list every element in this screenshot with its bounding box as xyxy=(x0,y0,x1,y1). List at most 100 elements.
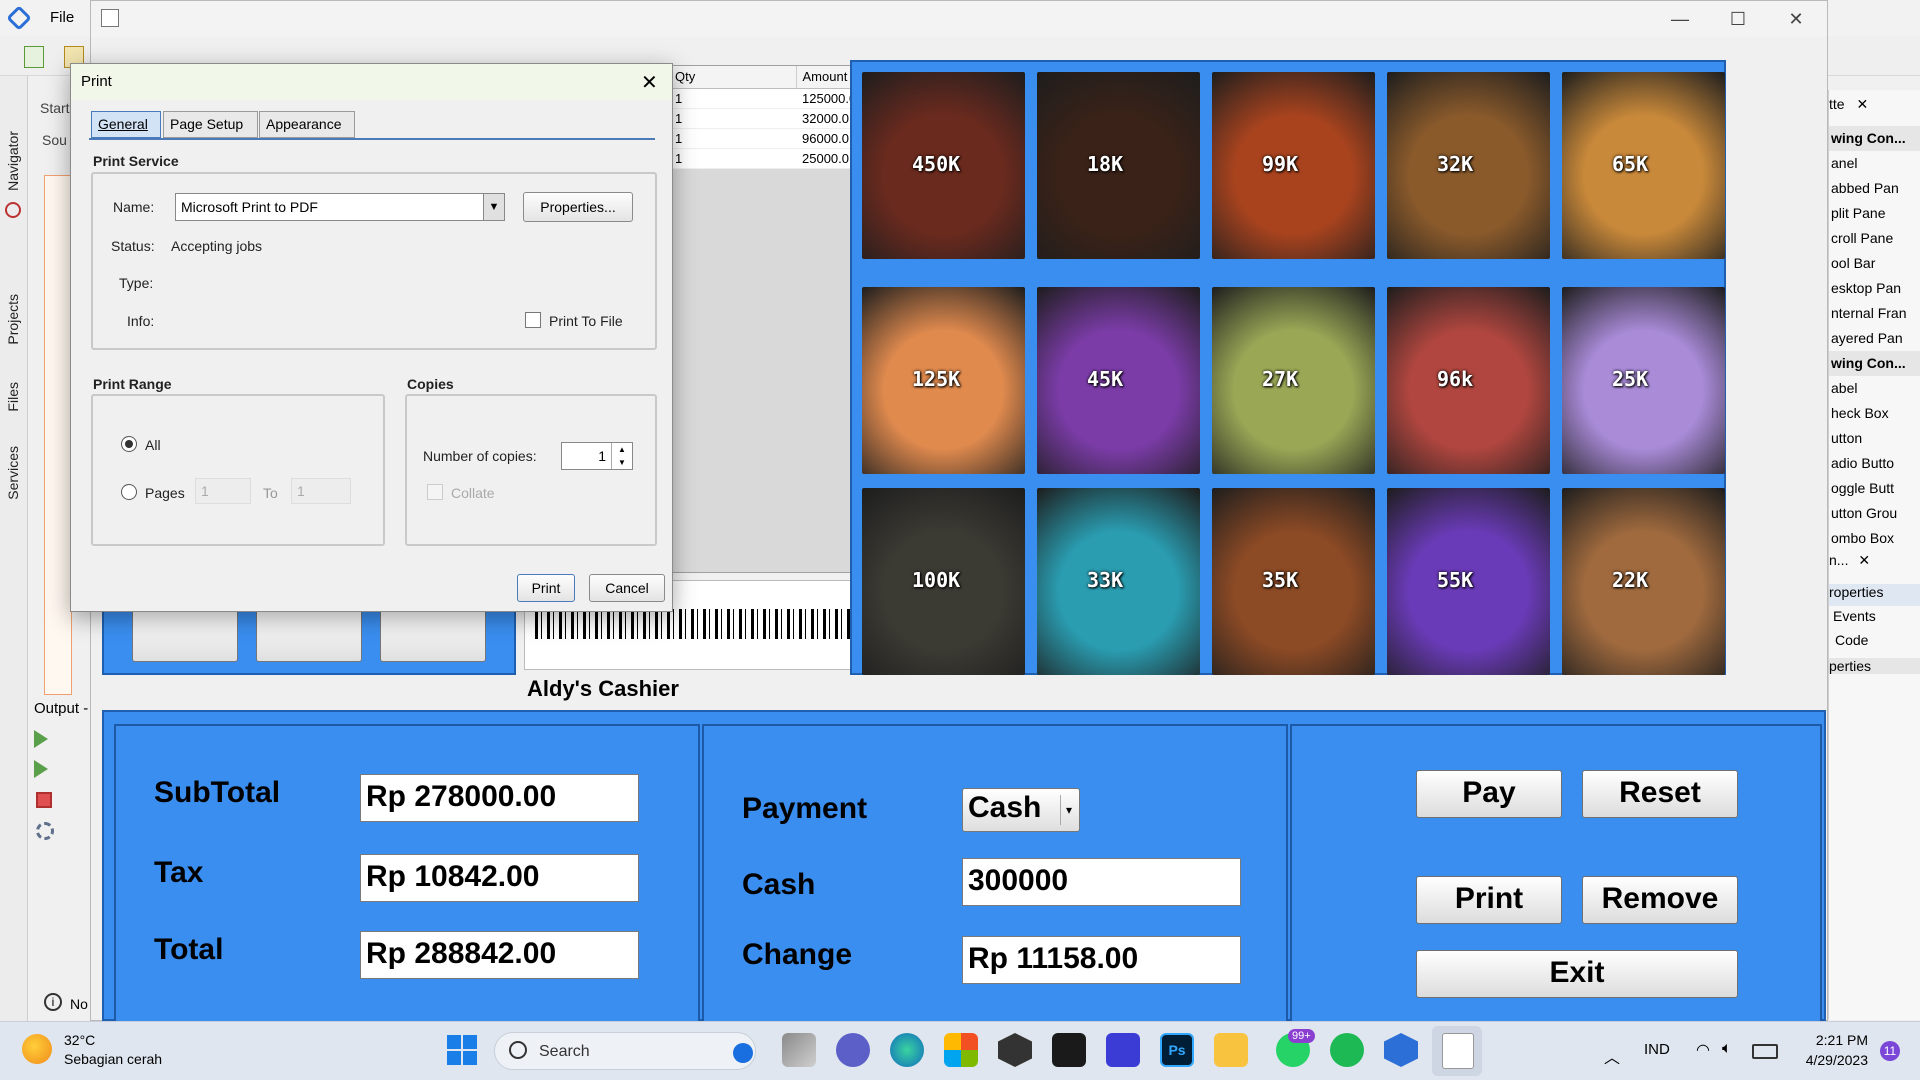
palette-item[interactable]: plit Pane xyxy=(1829,201,1920,226)
run-icon[interactable] xyxy=(34,730,48,748)
spotify-icon[interactable] xyxy=(1330,1033,1364,1067)
tax-field[interactable]: Rp 10842.00 xyxy=(360,854,639,902)
task-view-icon[interactable] xyxy=(782,1033,816,1067)
palette-item[interactable]: abel xyxy=(1829,376,1920,401)
product-tile[interactable]: 25K xyxy=(1562,287,1725,474)
palette-item[interactable]: oggle Butt xyxy=(1829,476,1920,501)
clock-time[interactable]: 2:21 PM xyxy=(1800,1032,1868,1048)
props-item-properties[interactable]: roperties xyxy=(1829,584,1920,606)
product-tile[interactable]: 45K xyxy=(1037,287,1200,474)
palette-item[interactable]: utton xyxy=(1829,426,1920,451)
tab-page-setup[interactable]: Page Setup xyxy=(163,111,258,138)
start-tab[interactable]: Start xyxy=(40,100,70,116)
notification-count[interactable]: 11 xyxy=(1880,1041,1900,1061)
product-tile[interactable]: 22K xyxy=(1562,488,1725,675)
palette-category[interactable]: wing Con... xyxy=(1829,126,1920,151)
menu-file[interactable]: File xyxy=(50,9,74,26)
product-tile[interactable]: 27K xyxy=(1212,287,1375,474)
teams-icon[interactable] xyxy=(836,1033,870,1067)
reset-button[interactable]: Reset xyxy=(1582,770,1738,818)
product-tile[interactable]: 35K xyxy=(1212,488,1375,675)
start-button[interactable] xyxy=(447,1035,477,1065)
cash-input[interactable]: 300000 xyxy=(962,858,1241,906)
print-button[interactable]: Print xyxy=(1416,876,1562,924)
edge-icon[interactable] xyxy=(890,1033,924,1067)
properties-button[interactable]: Properties... xyxy=(523,192,633,222)
product-tile[interactable]: 55K xyxy=(1387,488,1550,675)
palette-item[interactable]: nternal Fran xyxy=(1829,301,1920,326)
all-radio[interactable] xyxy=(121,436,137,452)
exit-button[interactable]: Exit xyxy=(1416,950,1738,998)
services-tab[interactable]: Services xyxy=(5,446,21,500)
print-to-file-checkbox[interactable] xyxy=(525,312,541,328)
spinner-arrows-icon[interactable]: ▲ ▼ xyxy=(611,443,632,469)
product-tile[interactable]: 65K xyxy=(1562,72,1725,259)
subtotal-field[interactable]: Rp 278000.00 xyxy=(360,774,639,822)
tab-appearance[interactable]: Appearance xyxy=(259,111,355,138)
printer-select[interactable]: Microsoft Print to PDF ▼ xyxy=(175,193,505,221)
remove-button[interactable]: Remove xyxy=(1582,876,1738,924)
files-tab[interactable]: Files xyxy=(5,382,21,412)
java-taskbar-item[interactable] xyxy=(1432,1026,1482,1076)
category-button-1[interactable] xyxy=(132,608,238,662)
product-tile[interactable]: 125K xyxy=(862,287,1025,474)
chevron-down-icon[interactable]: ▼ xyxy=(483,194,504,220)
category-button-3[interactable] xyxy=(380,608,486,662)
pages-radio[interactable] xyxy=(121,484,137,500)
language-indicator[interactable]: IND xyxy=(1644,1041,1670,1058)
file-explorer-icon[interactable] xyxy=(1214,1033,1248,1067)
close-icon[interactable]: ✕ xyxy=(1858,552,1870,568)
clock-date[interactable]: 4/29/2023 xyxy=(1790,1052,1868,1068)
palette-item[interactable]: croll Pane xyxy=(1829,226,1920,251)
payment-method-select[interactable]: Cash ▾ xyxy=(962,788,1080,832)
temperature[interactable]: 32°C xyxy=(64,1032,95,1048)
palette-item[interactable]: utton Grou xyxy=(1829,501,1920,526)
settings-icon[interactable] xyxy=(36,822,54,840)
pay-button[interactable]: Pay xyxy=(1416,770,1562,818)
dialog-print-button[interactable]: Print xyxy=(517,574,575,602)
props-item-events[interactable]: Events xyxy=(1833,608,1876,624)
close-window-button[interactable]: ✕ xyxy=(1767,1,1825,37)
product-tile[interactable]: 450K xyxy=(862,72,1025,259)
maximize-button[interactable]: ☐ xyxy=(1709,1,1767,37)
product-tile[interactable]: 32K xyxy=(1387,72,1550,259)
props-item-code[interactable]: Code xyxy=(1835,632,1868,648)
product-tile[interactable]: 100K xyxy=(862,488,1025,675)
source-tab[interactable]: Sou xyxy=(42,132,67,148)
chevron-up-icon[interactable]: ︿ xyxy=(1604,1044,1620,1068)
rerun-icon[interactable] xyxy=(34,760,48,778)
palette-item[interactable]: esktop Pan xyxy=(1829,276,1920,301)
product-tile[interactable]: 96k xyxy=(1387,287,1550,474)
navigator-tab[interactable]: Navigator xyxy=(5,131,21,191)
palette-item[interactable]: heck Box xyxy=(1829,401,1920,426)
chevron-down-icon[interactable]: ▾ xyxy=(1060,795,1077,825)
palette-item[interactable]: ool Bar xyxy=(1829,251,1920,276)
app-icon[interactable] xyxy=(1106,1033,1140,1067)
photoshop-icon[interactable]: Ps xyxy=(1160,1033,1194,1067)
new-file-icon[interactable] xyxy=(24,46,44,68)
product-tile[interactable]: 33K xyxy=(1037,488,1200,675)
palette-item[interactable]: anel xyxy=(1829,151,1920,176)
product-tile[interactable]: 99K xyxy=(1212,72,1375,259)
taskbar-search[interactable]: Search xyxy=(494,1032,756,1070)
product-tile[interactable]: 18K xyxy=(1037,72,1200,259)
tab-general[interactable]: General xyxy=(91,111,161,138)
weather-icon[interactable] xyxy=(22,1034,52,1064)
total-field[interactable]: Rp 288842.00 xyxy=(360,931,639,979)
palette-item[interactable]: adio Butto xyxy=(1829,451,1920,476)
palette-item[interactable]: ayered Pan xyxy=(1829,326,1920,351)
battery-icon[interactable] xyxy=(1752,1044,1778,1059)
palette-category[interactable]: wing Con... xyxy=(1829,351,1920,376)
weather-desc[interactable]: Sebagian cerah xyxy=(64,1051,162,1067)
palette-item[interactable]: abbed Pan xyxy=(1829,176,1920,201)
minimize-button[interactable]: — xyxy=(1651,1,1709,37)
column-header-qty[interactable]: Qty xyxy=(673,66,797,88)
volume-icon[interactable]: 🔈︎ xyxy=(1722,1040,1732,1058)
stop-icon[interactable] xyxy=(36,792,52,808)
close-icon[interactable]: ✕ xyxy=(1856,96,1868,112)
wifi-icon[interactable]: ◠ xyxy=(1696,1040,1710,1060)
palette-item[interactable]: ombo Box xyxy=(1829,526,1920,551)
projects-tab[interactable]: Projects xyxy=(5,294,21,345)
print-to-file-label[interactable]: Print To File xyxy=(549,313,623,329)
store-icon[interactable] xyxy=(944,1033,978,1067)
